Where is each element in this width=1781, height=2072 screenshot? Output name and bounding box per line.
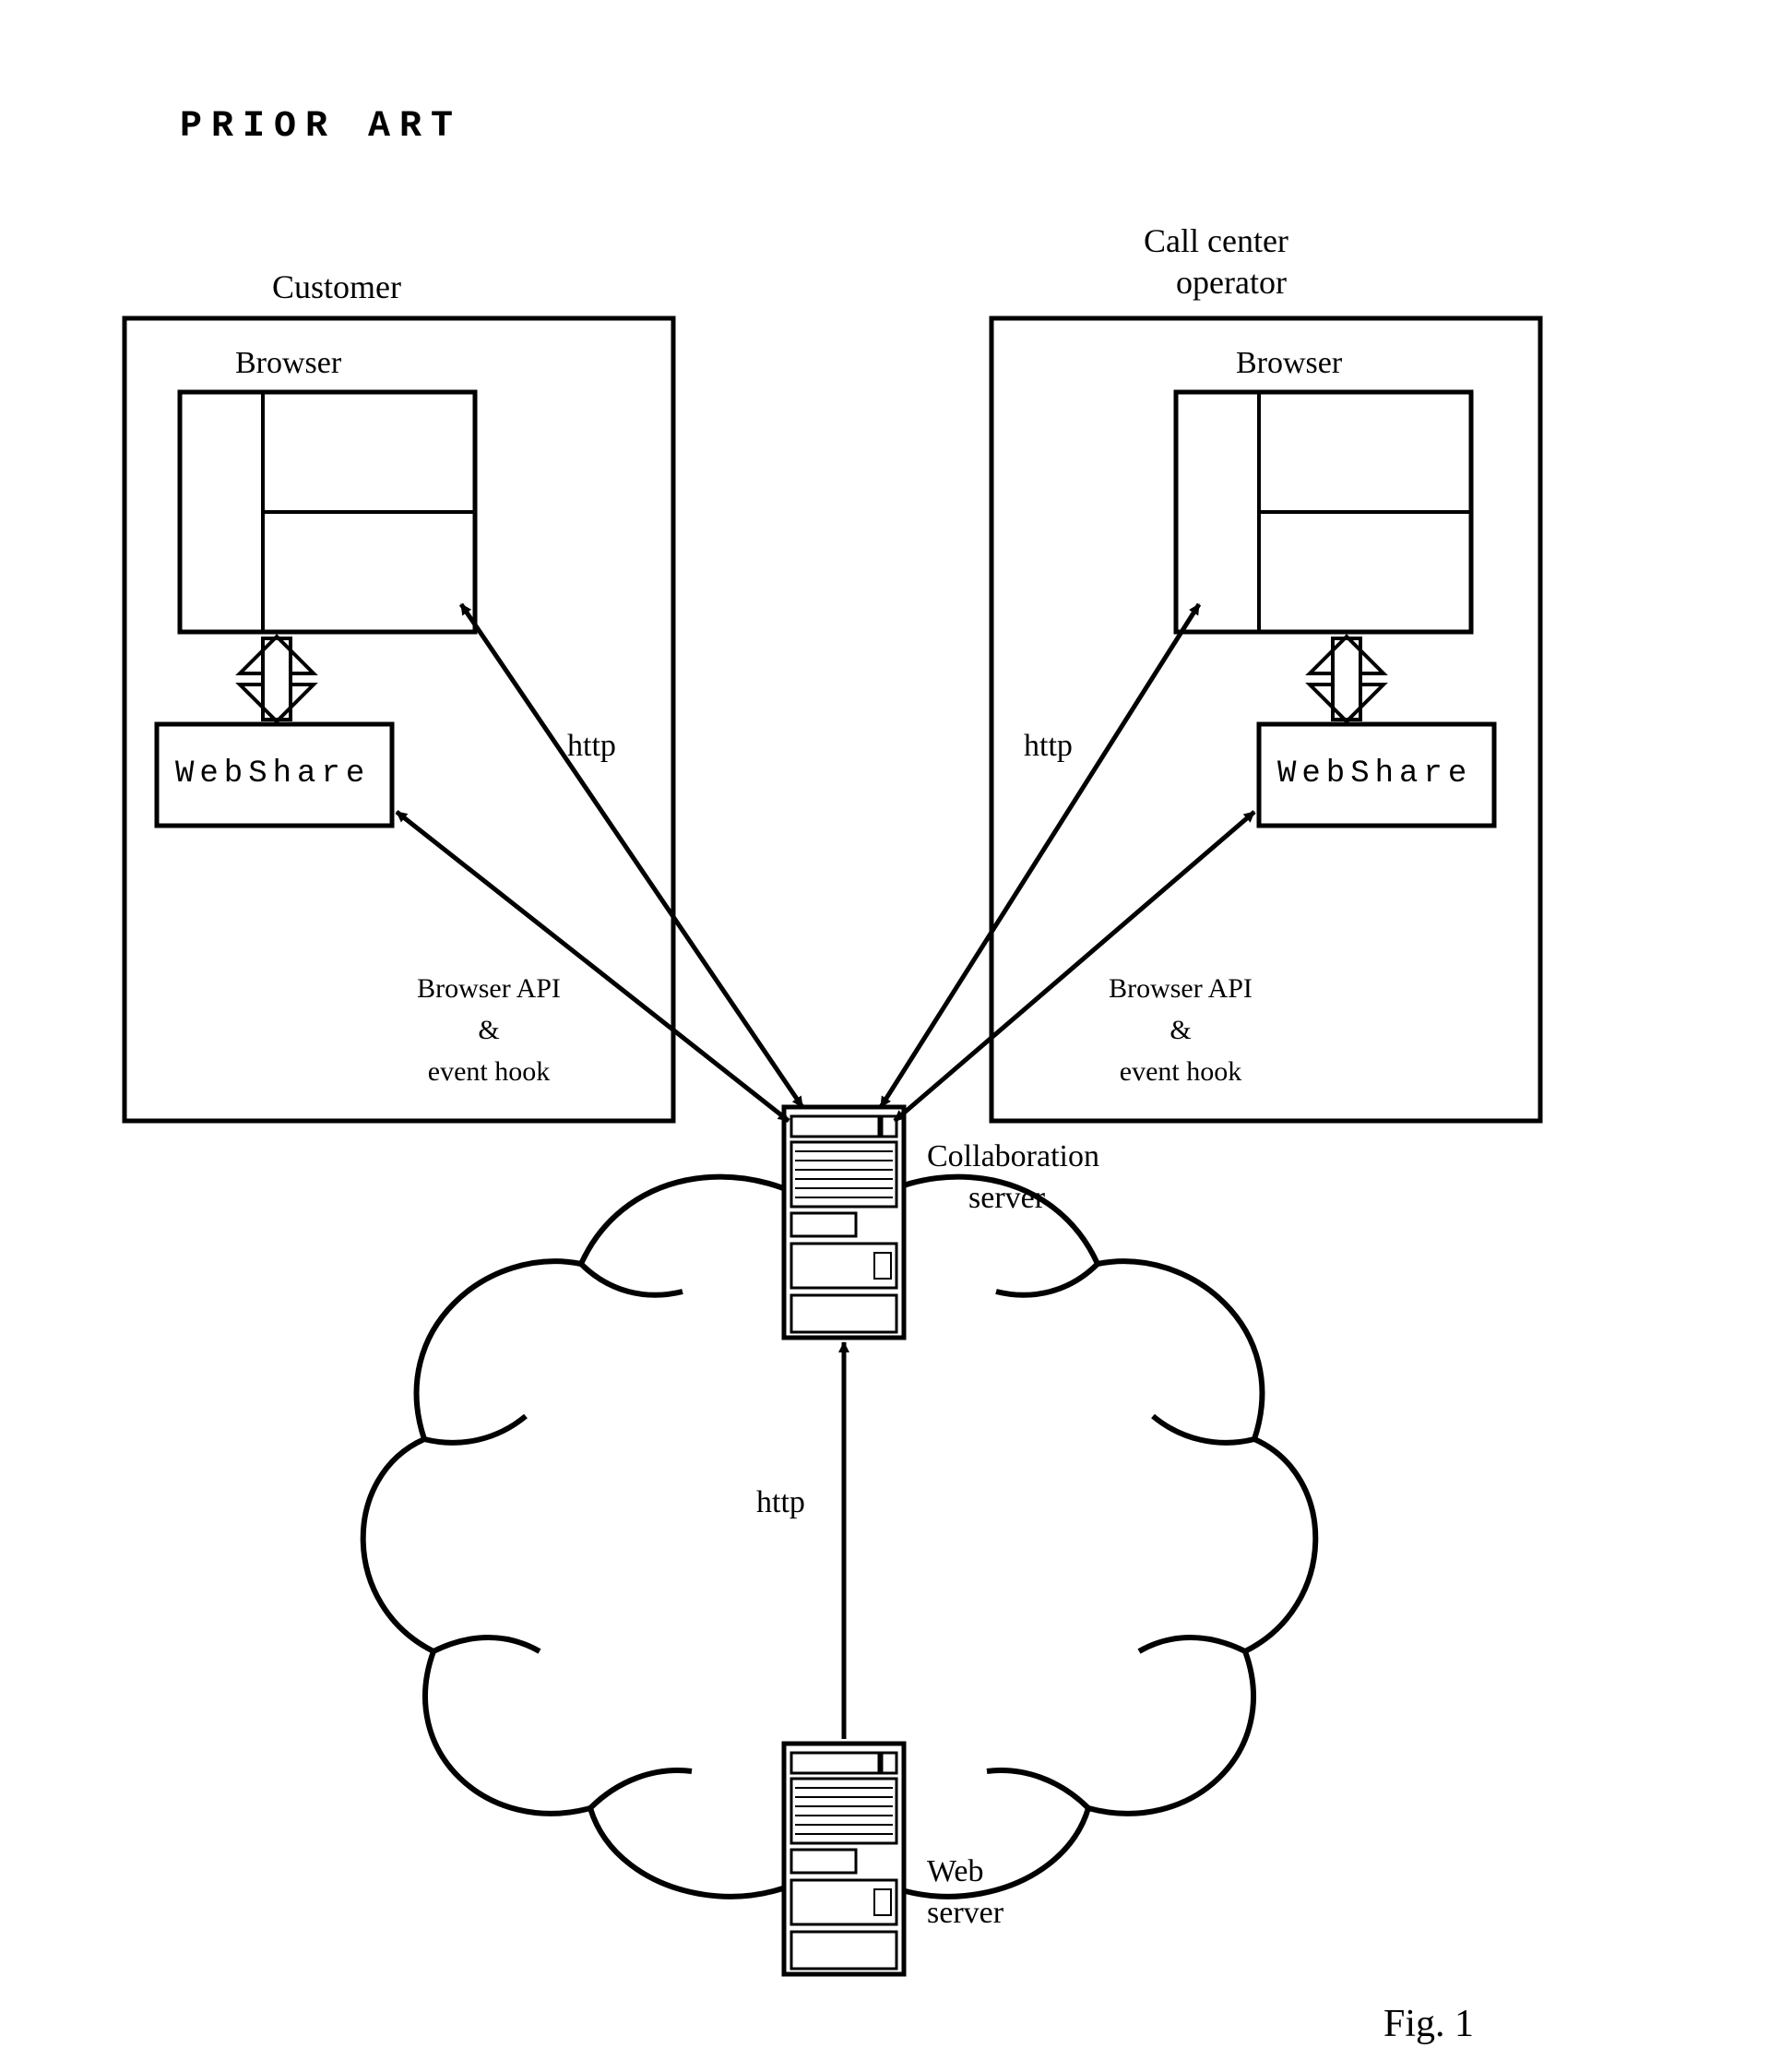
operator-api-line3: event hook (1065, 1056, 1296, 1088)
customer-browser-label: Browser (235, 346, 341, 381)
operator-api-line2: & (1065, 1015, 1296, 1046)
operator-title-line2: operator (1176, 263, 1287, 302)
collab-server-label-line2: server (968, 1181, 1045, 1216)
http-label-left: http (567, 729, 616, 764)
web-server-label-line2: server (927, 1896, 1003, 1931)
customer-api-line3: event hook (374, 1056, 604, 1088)
customer-api-line1: Browser API (374, 973, 604, 1005)
figure-label: Fig. 1 (1383, 2002, 1474, 2046)
collab-server-label-line1: Collaboration (927, 1139, 1099, 1174)
operator-browser-label: Browser (1236, 346, 1342, 381)
operator-webshare-label: WebShare (1277, 756, 1472, 792)
customer-api-line2: & (374, 1015, 604, 1046)
http-label-right: http (1024, 729, 1073, 764)
customer-webshare-label: WebShare (175, 756, 370, 792)
operator-title-line1: Call center (1144, 221, 1288, 260)
operator-api-line1: Browser API (1065, 973, 1296, 1005)
http-label-bottom: http (756, 1485, 805, 1520)
web-server-icon (784, 1744, 904, 1974)
collab-server-icon (784, 1107, 904, 1338)
web-server-label-line1: Web (927, 1854, 983, 1889)
customer-title: Customer (272, 268, 401, 306)
